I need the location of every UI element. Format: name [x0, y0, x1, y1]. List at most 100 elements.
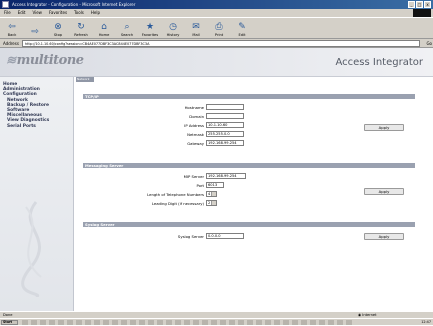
- minimize-button[interactable]: _: [408, 1, 415, 8]
- toolbar-button-history[interactable]: ◷ History: [163, 18, 183, 38]
- address-input[interactable]: http://10.1.10.60/config?session=CB4AE07…: [22, 40, 420, 47]
- syslog-server-label: Syslog Server: [177, 234, 204, 239]
- section-header-tcpip: TCP/IP: [83, 94, 415, 99]
- window-titlebar: Access Integrator - Configuration - Micr…: [0, 0, 433, 9]
- edit-icon: ✎: [238, 22, 246, 32]
- app-header: ≋multitone Access Integrator: [0, 48, 433, 77]
- domain-label: Domain: [189, 114, 204, 119]
- toolbar-button-label: Mail: [192, 33, 200, 37]
- syslog-server-field[interactable]: 0.0.0.0: [206, 233, 244, 239]
- menu-tools[interactable]: Tools: [74, 9, 84, 17]
- maximize-button[interactable]: □: [416, 1, 423, 8]
- menu-file[interactable]: File: [4, 9, 11, 17]
- sidebar: Home Administration Configuration Network Ba…: [0, 77, 74, 311]
- leading-digit-select[interactable]: 2: [206, 200, 217, 206]
- gateway-row: Gateway: [114, 140, 204, 147]
- section-header-syslog: Syslog Server: [83, 222, 415, 227]
- refresh-icon: ↻: [77, 22, 85, 32]
- windows-taskbar: Start 12:47: [0, 318, 433, 325]
- address-bar: Address http://10.1.10.60/config?session…: [0, 39, 433, 48]
- print-icon: ⎙: [215, 22, 223, 32]
- windows-logo-icon: [413, 9, 431, 17]
- hostname-field[interactable]: [206, 104, 244, 110]
- toolbar-button-home[interactable]: ⌂ Home: [94, 18, 114, 38]
- toolbar-button-label: Back: [7, 33, 17, 37]
- stop-icon: ⊗: [54, 22, 62, 32]
- hostname-label: Hostname: [184, 105, 204, 110]
- toolbar-button-search[interactable]: ⌕ Search: [117, 18, 137, 38]
- status-text: Done: [3, 313, 13, 317]
- mip-server-label: MIP Server: [183, 174, 204, 179]
- mip-server-row: MIP Server: [94, 173, 204, 180]
- multitone-logo[interactable]: ≋multitone: [6, 53, 84, 68]
- telephone-length-select[interactable]: 4: [206, 191, 217, 197]
- start-button[interactable]: Start: [1, 320, 18, 325]
- home-icon: ⌂: [101, 22, 107, 32]
- menu-edit[interactable]: Edit: [18, 9, 26, 17]
- main-content: Network TCP/IP Hostname Domain IP Addres…: [74, 77, 433, 311]
- leading-digit-row: Leading Digit (if necessary): [84, 200, 204, 207]
- toolbar-button-refresh[interactable]: ↻ Refresh: [71, 18, 91, 38]
- apply-tcpip-button[interactable]: Apply: [364, 124, 404, 131]
- window-title: Access Integrator - Configuration - Micr…: [12, 2, 136, 7]
- toolbar-button-label: Print: [214, 33, 224, 37]
- zone-label: Internet: [362, 313, 377, 317]
- close-button[interactable]: x: [424, 1, 431, 8]
- sidebar-item-view-diagnostics[interactable]: View Diagnostics: [3, 118, 49, 123]
- domain-field[interactable]: [206, 113, 244, 119]
- menu-view[interactable]: View: [32, 9, 42, 17]
- section-header-messaging: Messaging Server: [83, 163, 415, 168]
- netmask-label: Netmask: [187, 132, 204, 137]
- ie-app-icon: [2, 1, 9, 8]
- menu-favorites[interactable]: Favorites: [49, 9, 67, 17]
- toolbar-button-label: History: [166, 33, 180, 37]
- port-label: Port: [196, 183, 204, 188]
- toolbar-button-label: Favorites: [141, 33, 159, 37]
- logo-mark-icon: ≋: [6, 53, 16, 67]
- toolbar-button-mail[interactable]: ✉ Mail: [186, 18, 206, 38]
- netmask-field[interactable]: 255.255.0.0: [206, 131, 244, 137]
- sidebar-nav: Home Administration Configuration Network Ba…: [3, 82, 49, 129]
- sidebar-item-serial-ports[interactable]: Serial Ports: [3, 124, 49, 129]
- toolbar-button-edit[interactable]: ✎ Edit: [232, 18, 252, 38]
- go-button[interactable]: Go: [426, 39, 432, 48]
- history-icon: ◷: [169, 22, 177, 32]
- taskbar-buttons[interactable]: [22, 320, 352, 325]
- toolbar-button-forward[interactable]: ⇨: [25, 18, 45, 38]
- breadcrumb: Network: [76, 77, 94, 82]
- syslog-server-row: Syslog Server: [114, 233, 204, 240]
- apply-messaging-button[interactable]: Apply: [364, 188, 404, 195]
- back-arrow-icon: ⇦: [8, 22, 16, 32]
- port-field[interactable]: 6013: [206, 182, 224, 188]
- mip-server-field[interactable]: 192.168.99.254: [206, 173, 246, 179]
- netmask-row: Netmask: [114, 131, 204, 138]
- status-bar: Done ◉ Internet: [0, 311, 433, 318]
- mail-icon: ✉: [192, 22, 200, 32]
- telephone-length-label: Length of Telephone Numbers: [147, 192, 204, 197]
- toolbar-button-label: Search: [120, 33, 134, 37]
- toolbar-button-favorites[interactable]: ★ Favorites: [140, 18, 160, 38]
- domain-row: Domain: [114, 113, 204, 120]
- product-name: Access Integrator: [335, 57, 423, 68]
- toolbar-button-stop[interactable]: ⊗ Stop: [48, 18, 68, 38]
- browser-toolbar: ⇦ Back ⇨ ⊗ Stop ↻ Refresh ⌂ Home ⌕ Search ★ Favorite…: [0, 17, 433, 39]
- leading-digit-label: Leading Digit (if necessary): [151, 201, 204, 206]
- toolbar-button-label: Stop: [53, 33, 63, 37]
- gateway-label: Gateway: [187, 141, 204, 146]
- menu-help[interactable]: Help: [91, 9, 100, 17]
- hostname-row: Hostname: [114, 104, 204, 111]
- search-icon: ⌕: [124, 22, 130, 32]
- toolbar-button-label: Refresh: [74, 33, 88, 37]
- menu-bar: File Edit View Favorites Tools Help: [0, 9, 433, 17]
- ip-address-row: IP Address: [114, 122, 204, 129]
- gateway-field[interactable]: 192.168.99.254: [206, 140, 244, 146]
- toolbar-button-label: Edit: [238, 33, 246, 37]
- ip-address-label: IP Address: [184, 123, 204, 128]
- logo-text: multitone: [16, 53, 85, 68]
- favorites-icon: ★: [145, 22, 155, 32]
- toolbar-button-back[interactable]: ⇦ Back: [2, 18, 22, 38]
- ip-address-field[interactable]: 10.1.10.60: [206, 122, 244, 128]
- toolbar-button-print[interactable]: ⎙ Print: [209, 18, 229, 38]
- telephone-length-row: Length of Telephone Numbers: [84, 191, 204, 198]
- apply-syslog-button[interactable]: Apply: [364, 233, 404, 240]
